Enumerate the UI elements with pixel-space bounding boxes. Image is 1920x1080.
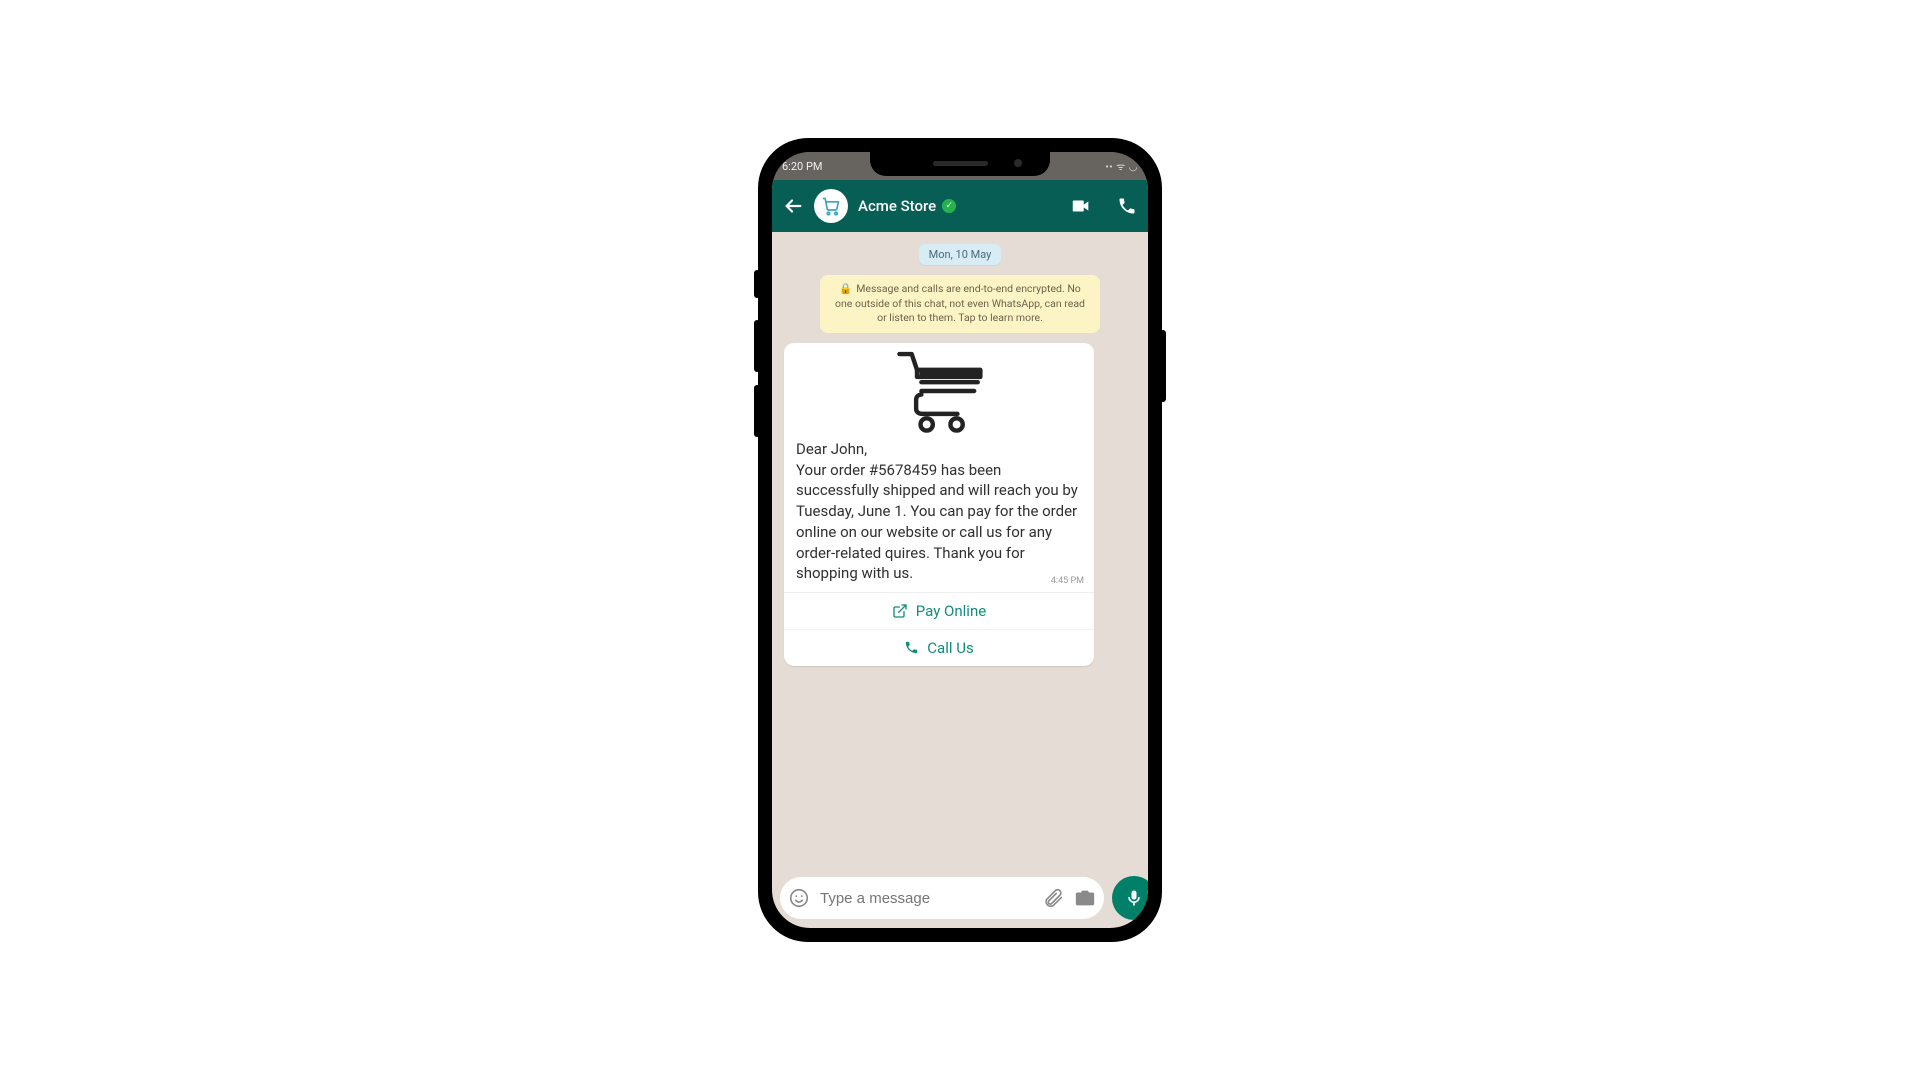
message-header-image	[784, 343, 1094, 439]
encryption-text: Message and calls are end-to-end encrypt…	[835, 282, 1085, 324]
pay-online-label: Pay Online	[916, 602, 986, 620]
voice-message-button[interactable]	[1112, 876, 1148, 920]
voice-call-button[interactable]	[1116, 195, 1138, 217]
shopping-cart-icon	[884, 347, 994, 435]
phone-notch	[870, 150, 1050, 176]
phone-frame: 6:20 PM •• ᯤ ◡ Acme Store ✓	[760, 140, 1160, 940]
chat-area[interactable]: Mon, 10 May 🔒Message and calls are end-t…	[772, 232, 1148, 868]
power-button	[1160, 330, 1166, 402]
message-input-container	[780, 877, 1104, 919]
speaker-grille	[933, 161, 988, 166]
camera-icon	[1074, 887, 1096, 909]
emoji-icon	[788, 887, 810, 909]
volume-down-button	[754, 385, 760, 437]
cart-icon	[821, 196, 841, 216]
lock-icon: 🔒	[839, 282, 852, 295]
phone-icon	[1117, 196, 1137, 216]
video-call-button[interactable]	[1070, 195, 1092, 217]
front-camera	[1014, 159, 1022, 167]
message-input[interactable]	[820, 890, 1032, 907]
chat-header: Acme Store ✓	[772, 180, 1148, 232]
message-greeting: Dear John,	[796, 439, 1082, 460]
arrow-left-icon	[782, 195, 804, 217]
status-time: 6:20 PM	[782, 160, 822, 173]
message-text: Your order #5678459 has been successfull…	[796, 460, 1082, 584]
external-link-icon	[892, 603, 908, 619]
call-us-label: Call Us	[927, 639, 973, 657]
encryption-notice[interactable]: 🔒Message and calls are end-to-end encryp…	[820, 275, 1100, 333]
attach-button[interactable]	[1042, 887, 1064, 909]
volume-up-button	[754, 320, 760, 372]
verified-badge-icon: ✓	[942, 199, 956, 213]
pay-online-button[interactable]: Pay Online	[784, 593, 1094, 629]
contact-name[interactable]: Acme Store	[858, 197, 936, 215]
incoming-message[interactable]: Dear John, Your order #5678459 has been …	[784, 343, 1094, 666]
paperclip-icon	[1042, 887, 1064, 909]
emoji-button[interactable]	[788, 887, 810, 909]
message-time: 4:45 PM	[1051, 575, 1084, 587]
camera-button[interactable]	[1074, 887, 1096, 909]
message-input-bar	[772, 868, 1148, 928]
date-separator: Mon, 10 May	[919, 244, 1002, 265]
phone-screen: 6:20 PM •• ᯤ ◡ Acme Store ✓	[772, 152, 1148, 928]
video-icon	[1070, 195, 1092, 217]
status-indicators: •• ᯤ ◡	[1105, 159, 1138, 173]
back-button[interactable]	[782, 195, 804, 217]
call-us-button[interactable]: Call Us	[784, 629, 1094, 666]
microphone-icon	[1124, 888, 1144, 908]
message-body: Dear John, Your order #5678459 has been …	[784, 439, 1094, 592]
contact-avatar[interactable]	[814, 189, 848, 223]
phone-icon	[904, 640, 919, 655]
side-button	[754, 270, 760, 298]
message-actions: Pay Online Call Us	[784, 592, 1094, 666]
